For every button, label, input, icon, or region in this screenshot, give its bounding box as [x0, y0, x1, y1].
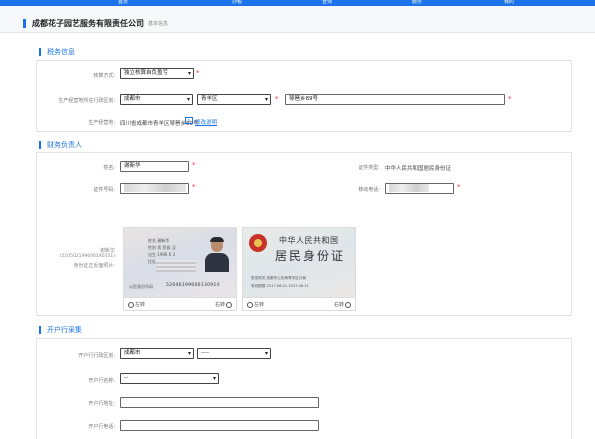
card-name-row: 姓名 谢新华 [148, 238, 170, 243]
portrait-photo [204, 236, 230, 272]
id-front-toolbar: 左转 右转 [123, 298, 237, 311]
rotate-right-button[interactable]: 右转 [334, 301, 352, 308]
chevron-down-icon: ▾ [187, 350, 191, 357]
card-address-row: 住址 [148, 259, 156, 264]
street-address-input[interactable]: 琴琶乡89号 [285, 94, 505, 105]
name-label: 姓名: [103, 165, 115, 171]
top-nav-item[interactable]: 首页 [118, 0, 128, 5]
bank-city-select[interactable]: 成都市 ▾ [120, 348, 194, 359]
required-mark: * [508, 95, 512, 103]
rotate-right-icon [345, 301, 351, 308]
accounting-method-label: 核算方式: [93, 73, 115, 79]
bank-district-select[interactable]: ---- ▾ [197, 348, 271, 359]
top-nav-item[interactable]: 我的 [504, 0, 514, 5]
address-region-label: 生产经营地所在行政区划: [58, 98, 115, 104]
rotate-left-button[interactable]: 左转 [127, 301, 145, 308]
rotate-left-button[interactable]: 左转 [246, 301, 264, 308]
edit-icon[interactable]: ✎ [185, 117, 193, 124]
registered-address-label: 生产经营地: [88, 120, 115, 126]
chevron-down-icon: ▾ [212, 375, 216, 382]
bank-name-label: 开户行名称: [88, 378, 115, 384]
card-back-title2: 居民身份证 [275, 249, 346, 263]
photo-id-label: (5105021996061X0351) [59, 254, 115, 259]
modify-link[interactable]: 修改说明 [195, 118, 217, 126]
card-gender-row: 性别 男 民族 汉 [148, 245, 176, 250]
required-mark: * [457, 183, 461, 191]
required-mark: * [192, 183, 196, 191]
phone-label: 移动电话: [358, 187, 380, 193]
photo-owner-label: 谢新华 [99, 248, 115, 254]
id-card-front-image[interactable]: 姓名 谢新华 性别 男 民族 汉 出生 1996 6 3 住址 公民身份号码 5… [123, 227, 237, 298]
national-emblem-icon [249, 234, 267, 252]
rotate-right-icon [226, 301, 232, 308]
card-authority: 签发机关 成都市公安局青羊区分局 [251, 276, 307, 280]
rotate-left-icon [247, 301, 253, 308]
masked-phone [389, 184, 429, 192]
blurred-address [156, 260, 196, 272]
card-back-title1: 中华人民共和国 [279, 236, 339, 245]
photo-label: 身份证正反面照片: [73, 263, 115, 269]
company-name: 成都花子园艺服务有限责任公司 [32, 19, 144, 28]
section-title-bank: 开户行采集 [39, 326, 82, 334]
chevron-down-icon: ▾ [264, 96, 268, 103]
district-select[interactable]: 青羊区 ▾ [197, 94, 271, 105]
breadcrumb[interactable]: 基本信息 [148, 20, 168, 27]
id-number-label: 证件号码: [93, 187, 115, 193]
chevron-down-icon: ▾ [186, 96, 190, 103]
top-nav-item[interactable]: 查询 [322, 0, 332, 5]
required-mark: * [192, 161, 196, 169]
bank-name-select[interactable]: -- ▾ [120, 373, 219, 384]
id-type-value: 中华人民共和国居民身份证 [385, 166, 452, 172]
rotate-left-icon [128, 301, 134, 308]
card-validity: 有效期限 2017.06.21-2037.06.21 [251, 284, 309, 288]
bank-region-label: 开户行行政区划: [78, 353, 115, 359]
page-header: 成都花子园艺服务有限责任公司 基本信息 [0, 6, 595, 33]
name-input[interactable]: 谢新华 [120, 161, 189, 172]
card-birth-row: 出生 1996 6 3 [148, 252, 176, 257]
bank-address-input[interactable] [120, 397, 319, 408]
required-mark: * [275, 95, 279, 103]
city-select[interactable]: 成都市 ▾ [120, 94, 193, 105]
section-title-tax: 税务信息 [39, 48, 75, 56]
rotate-right-button[interactable]: 右转 [215, 301, 233, 308]
accounting-method-select[interactable]: 独立核算自负盈亏 ▾ [120, 68, 194, 79]
required-mark: * [196, 69, 200, 77]
section-title-finance: 财务负责人 [39, 141, 82, 149]
bank-phone-label: 开户行电话: [88, 424, 115, 430]
id-back-toolbar: 左转 右转 [242, 298, 356, 311]
card-id-number: 5204619960613091X [166, 283, 220, 288]
chevron-down-icon: ▾ [187, 70, 191, 77]
bank-address-label: 开户行地址: [88, 401, 115, 407]
masked-id-number [124, 184, 186, 192]
card-id-label: 公民身份号码 [129, 284, 153, 289]
top-nav-item[interactable]: 办税 [232, 0, 242, 5]
id-card-back-image[interactable]: 中华人民共和国 居民身份证 签发机关 成都市公安局青羊区分局 有效期限 2017… [242, 227, 356, 298]
chevron-down-icon: ▾ [264, 350, 268, 357]
top-nav-item[interactable]: 服务 [412, 0, 422, 5]
id-type-label: 证件类型: [358, 165, 380, 171]
header-accent-bar [23, 19, 26, 28]
bank-phone-input[interactable] [120, 420, 319, 431]
